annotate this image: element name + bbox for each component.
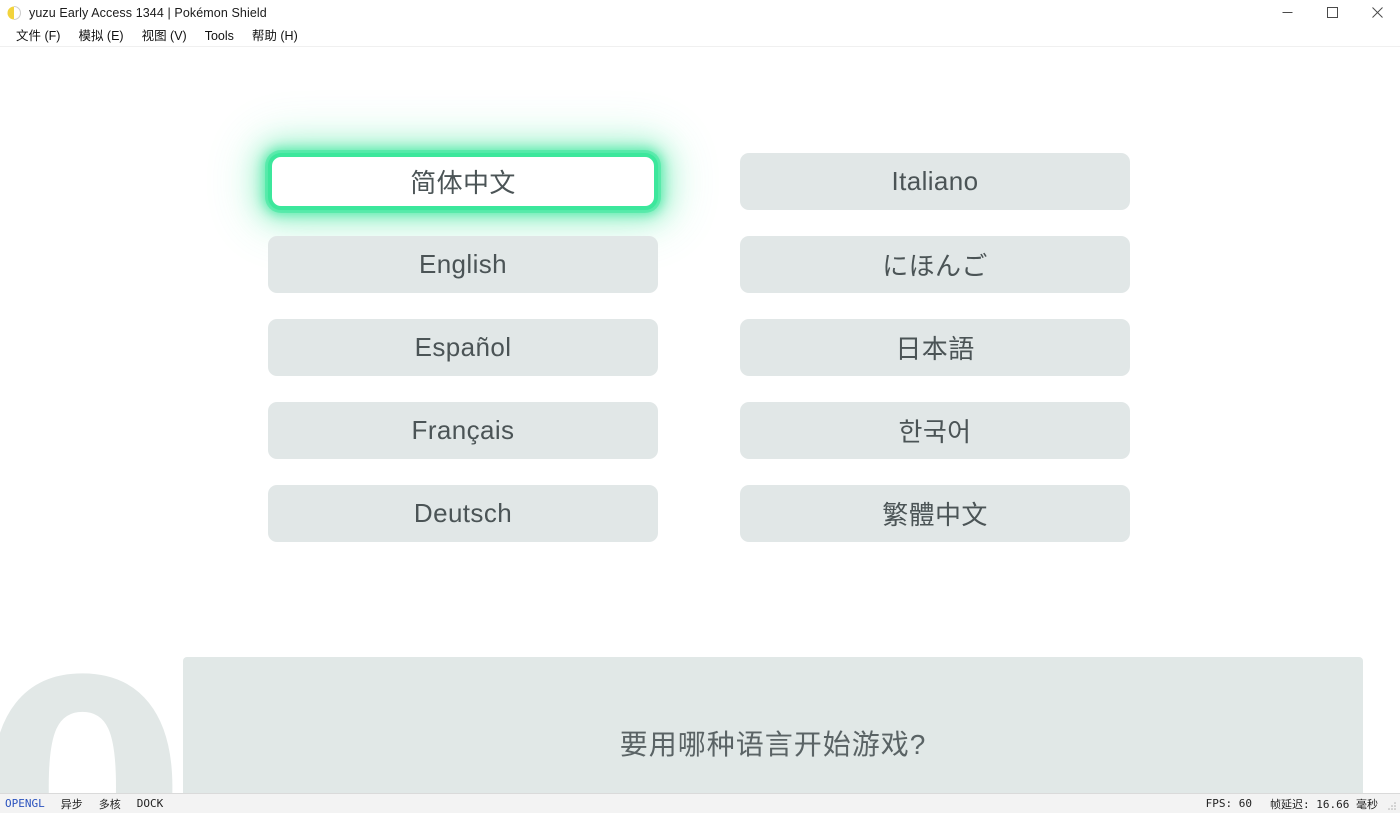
language-button-label: 日本語 xyxy=(895,334,975,364)
menu-item-file[interactable]: 文件 (F) xyxy=(7,26,69,47)
status-dock-mode[interactable]: DOCK xyxy=(137,797,164,810)
language-button-simplified-chinese[interactable]: 简体中文 xyxy=(268,153,658,210)
language-button-german[interactable]: Deutsch xyxy=(268,485,658,542)
language-prompt-text: 要用哪种语言开始游戏? xyxy=(619,729,927,760)
yuzu-window: yuzu Early Access 1344 | Pokémon Shield xyxy=(0,0,1400,813)
language-button-label: English xyxy=(418,249,508,279)
language-button-traditional-chinese[interactable]: 繁體中文 xyxy=(740,485,1130,542)
language-button-english[interactable]: English xyxy=(268,236,658,293)
window-title: yuzu Early Access 1344 | Pokémon Shield xyxy=(29,5,267,20)
minimize-icon[interactable] xyxy=(1265,0,1310,26)
close-icon[interactable] xyxy=(1355,0,1400,26)
language-button-label: 한국어 xyxy=(898,417,972,447)
menu-item-tools[interactable]: Tools xyxy=(196,26,243,47)
language-button-label: 繁體中文 xyxy=(882,500,988,530)
language-button-french[interactable]: Français xyxy=(268,402,658,459)
resize-grip-icon[interactable] xyxy=(1385,799,1397,811)
language-button-label: Français xyxy=(411,415,515,445)
language-button-japanese-kana[interactable]: にほんご xyxy=(740,236,1130,293)
status-sync-mode[interactable]: 异步 xyxy=(61,796,83,812)
menu-bar: 文件 (F) 模拟 (E) 视图 (V) Tools 帮助 (H) xyxy=(0,26,1400,47)
language-prompt-dialog: 要用哪种语言开始游戏? xyxy=(183,657,1363,793)
language-button-japanese-kanji[interactable]: 日本語 xyxy=(740,319,1130,376)
yuzu-logo-icon xyxy=(6,5,22,21)
status-bar-right: FPS: 60 帧延迟: 16.66 毫秒 xyxy=(1206,796,1400,812)
title-bar: yuzu Early Access 1344 | Pokémon Shield xyxy=(0,0,1400,26)
language-button-label: にほんご xyxy=(882,251,988,281)
menu-item-view[interactable]: 视图 (V) xyxy=(133,26,196,47)
game-render-area: 01 简体中文 English Español Français Deutsch… xyxy=(0,47,1400,793)
menu-item-emulation[interactable]: 模拟 (E) xyxy=(69,26,132,47)
language-button-spanish[interactable]: Español xyxy=(268,319,658,376)
status-renderer[interactable]: OPENGL xyxy=(5,797,45,810)
language-button-label: Español xyxy=(414,332,512,362)
status-bar-left: OPENGL 异步 多核 DOCK xyxy=(0,796,163,812)
language-button-label: Italiano xyxy=(891,166,979,196)
language-button-label: Deutsch xyxy=(413,498,513,528)
language-button-italian[interactable]: Italiano xyxy=(740,153,1130,210)
status-bar: OPENGL 异步 多核 DOCK FPS: 60 帧延迟: 16.66 毫秒 xyxy=(0,793,1400,813)
language-button-label: 简体中文 xyxy=(410,168,516,198)
language-button-korean[interactable]: 한국어 xyxy=(740,402,1130,459)
status-frametime: 帧延迟: 16.66 毫秒 xyxy=(1270,797,1378,811)
maximize-icon[interactable] xyxy=(1310,0,1355,26)
menu-item-help[interactable]: 帮助 (H) xyxy=(243,26,307,47)
window-controls xyxy=(1265,0,1400,26)
language-button-grid: 简体中文 English Español Français Deutsch It… xyxy=(268,153,1130,542)
status-fps: FPS: 60 xyxy=(1205,797,1253,810)
status-multicore[interactable]: 多核 xyxy=(99,796,121,812)
